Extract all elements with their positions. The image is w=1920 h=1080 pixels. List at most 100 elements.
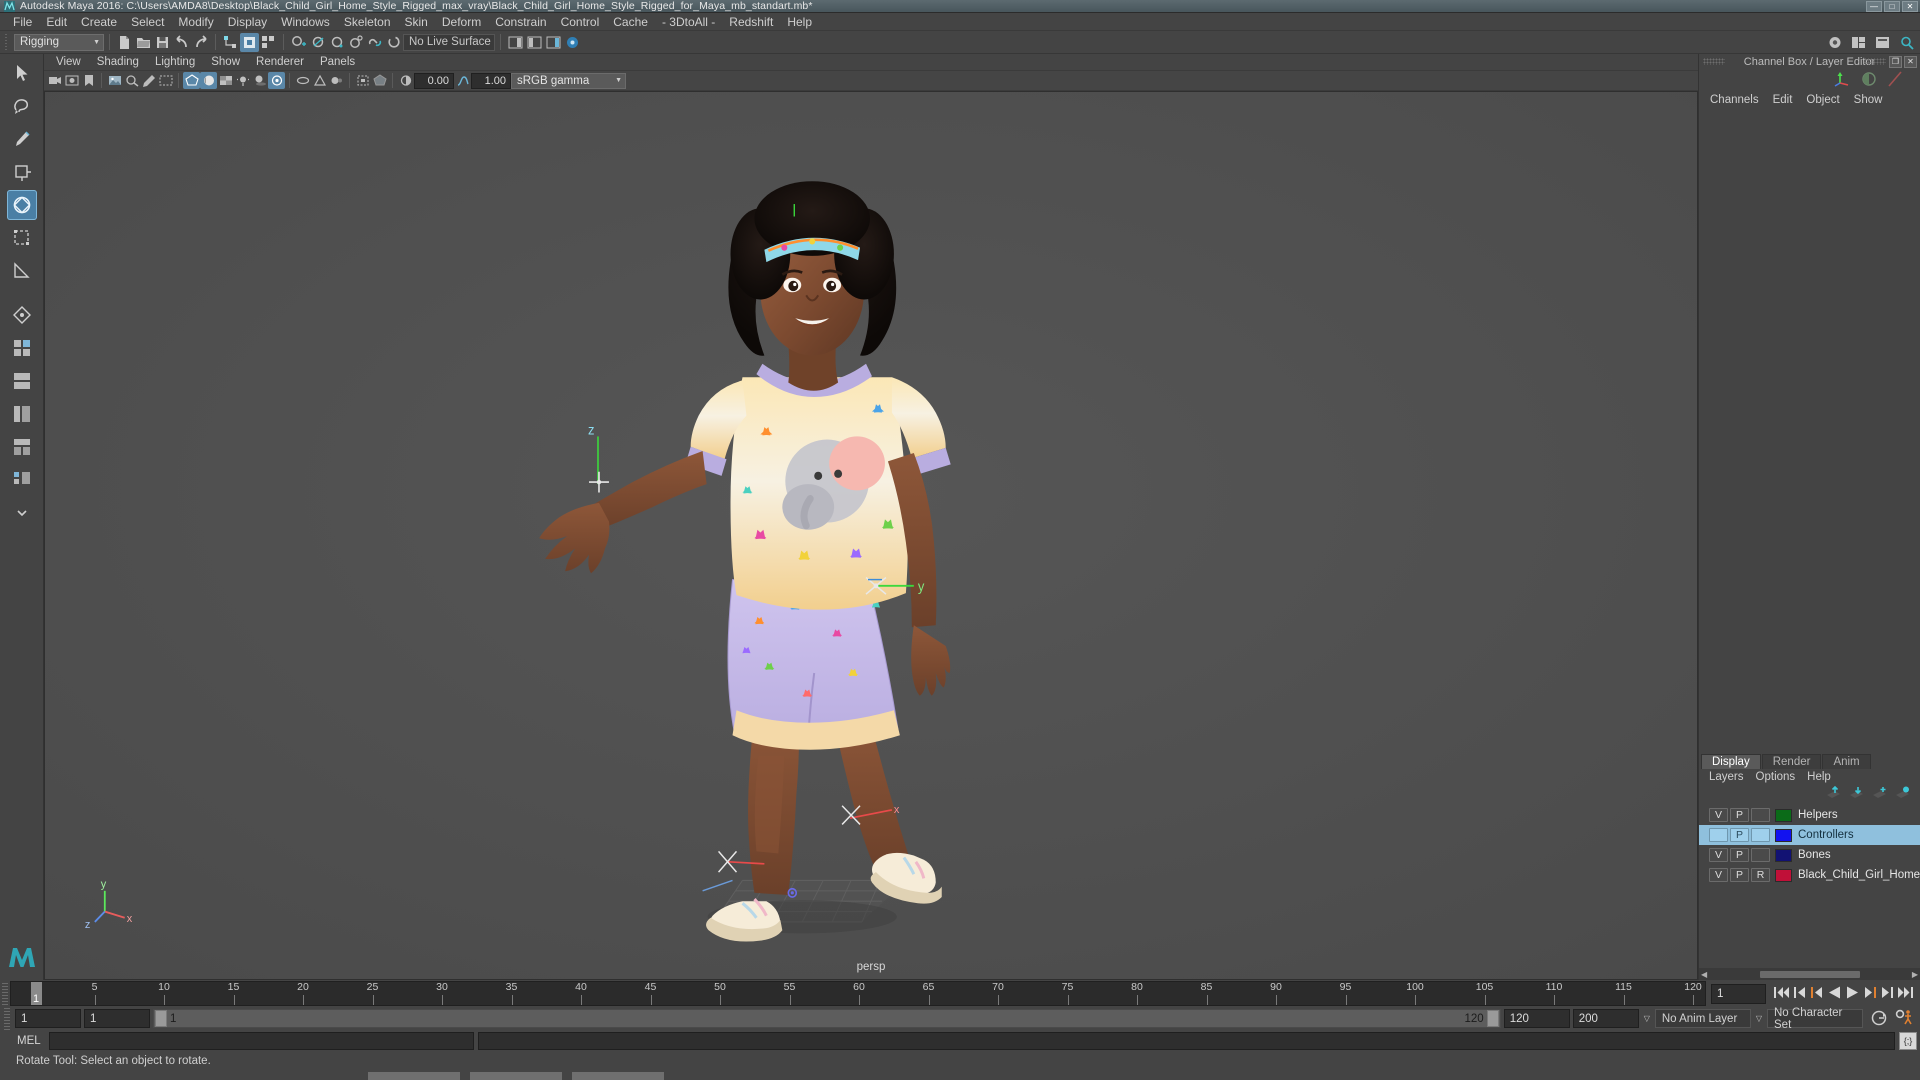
layer-list[interactable]: V P Helpers P Controllers V P Bones V P …	[1699, 803, 1920, 968]
select-by-object-type-icon[interactable]	[240, 32, 259, 52]
script-editor-icon[interactable]: {;}	[1899, 1032, 1917, 1050]
menu-redshift[interactable]: Redshift	[722, 14, 780, 30]
scrollbar-thumb[interactable]	[1759, 970, 1860, 978]
layer-list-horizontal-scrollbar[interactable]: ◀ ▶	[1699, 968, 1920, 980]
menu-display[interactable]: Display	[221, 14, 274, 30]
range-start-handle[interactable]	[155, 1010, 167, 1027]
screen-space-ao-icon[interactable]	[268, 72, 285, 89]
viewport-3d-scene[interactable]: z y x y x z	[45, 92, 1697, 979]
exposure-field[interactable]: 0.00	[414, 72, 454, 89]
snap-tool-icon[interactable]	[7, 300, 37, 330]
open-render-view-icon[interactable]	[1825, 33, 1844, 52]
multisample-aa-icon[interactable]	[311, 72, 328, 89]
select-arrow-icon[interactable]	[7, 58, 37, 88]
character-set-selector[interactable]: No Character Set	[1767, 1007, 1863, 1031]
select-by-hierarchy-icon[interactable]	[221, 33, 240, 52]
workspace-layout-icon[interactable]	[1849, 33, 1868, 52]
layer-color-swatch[interactable]	[1775, 808, 1792, 822]
smooth-shade-all-icon[interactable]	[200, 72, 217, 89]
menu-edit[interactable]: Edit	[39, 14, 74, 30]
gamma-field[interactable]: 1.00	[471, 72, 511, 89]
range-start-field[interactable]: 1	[15, 1009, 81, 1028]
layer-visibility-toggle[interactable]: V	[1709, 808, 1728, 822]
command-input-field[interactable]	[49, 1032, 474, 1050]
le-menu-options[interactable]: Options	[1750, 771, 1802, 783]
xray-mode-icon[interactable]	[371, 72, 388, 89]
snap-to-view-plane-icon[interactable]	[365, 33, 384, 52]
menu-windows[interactable]: Windows	[274, 14, 337, 30]
panel-menu-show[interactable]: Show	[203, 56, 248, 68]
snap-to-grid-icon[interactable]	[289, 33, 308, 52]
layer-playback-toggle[interactable]: P	[1730, 868, 1749, 882]
anim-end-field[interactable]: 120	[1503, 1009, 1570, 1028]
exposure-icon[interactable]	[397, 72, 414, 89]
step-back-key-icon[interactable]	[1793, 985, 1807, 1003]
make-live-icon[interactable]	[384, 33, 403, 52]
layer-row-black-child-girl-home[interactable]: V P R Black_Child_Girl_Home	[1699, 865, 1920, 885]
two-pane-layout-icon[interactable]	[7, 366, 37, 396]
panel-menu-panels[interactable]: Panels	[312, 56, 363, 68]
layer-row-controllers[interactable]: P Controllers	[1699, 825, 1920, 845]
menu-skeleton[interactable]: Skeleton	[337, 14, 398, 30]
persp-graph-layout-icon[interactable]	[7, 432, 37, 462]
layer-color-swatch[interactable]	[1775, 848, 1792, 862]
last-tool-icon[interactable]	[7, 256, 37, 286]
menu-file[interactable]: File	[6, 14, 39, 30]
gamma-icon[interactable]	[454, 72, 471, 89]
le-menu-layers[interactable]: Layers	[1703, 771, 1750, 783]
new-layer-from-selection-icon[interactable]	[1895, 786, 1910, 802]
panel-menu-lighting[interactable]: Lighting	[147, 56, 203, 68]
toolbar-grip[interactable]	[5, 33, 11, 51]
live-surface-field[interactable]: No Live Surface	[403, 33, 495, 51]
help-search-icon[interactable]	[1897, 33, 1916, 52]
persp-outliner-layout-icon[interactable]	[7, 399, 37, 429]
time-slider-grip[interactable]	[2, 982, 8, 1005]
wireframe-shading-icon[interactable]	[183, 72, 200, 89]
motion-blur-icon[interactable]	[294, 72, 311, 89]
layer-display-type-toggle[interactable]	[1751, 808, 1770, 822]
persp-viewport[interactable]: z y x y x z persp	[44, 91, 1698, 980]
panel-drag-handle[interactable]	[1703, 58, 1725, 65]
use-all-lights-icon[interactable]	[234, 72, 251, 89]
show-hide-tool-settings-icon[interactable]	[525, 33, 544, 52]
play-backwards-icon[interactable]	[1827, 985, 1842, 1003]
attribute-editor-toggle-icon[interactable]	[1886, 70, 1904, 90]
four-view-layout-icon[interactable]	[7, 333, 37, 363]
panel-undock-button[interactable]: ❐	[1889, 55, 1902, 68]
layer-playback-toggle[interactable]: P	[1730, 848, 1749, 862]
channel-box-toggle-icon[interactable]	[1860, 71, 1878, 90]
panel-menu-shading[interactable]: Shading	[89, 56, 147, 68]
command-language-label[interactable]: MEL	[3, 1035, 45, 1047]
layer-display-type-toggle[interactable]	[1751, 848, 1770, 862]
anim-layer-dropdown-icon[interactable]: ▽	[1642, 1014, 1652, 1023]
layer-visibility-toggle[interactable]: V	[1709, 848, 1728, 862]
shadows-icon[interactable]	[251, 72, 268, 89]
snap-to-point-icon[interactable]	[327, 33, 346, 52]
channel-box-content[interactable]	[1699, 108, 1920, 752]
layer-visibility-toggle[interactable]: V	[1709, 868, 1728, 882]
undo-arrow-icon[interactable]	[172, 33, 191, 52]
menu-cache[interactable]: Cache	[606, 14, 655, 30]
range-end-handle[interactable]	[1486, 1010, 1499, 1027]
layer-row-bones[interactable]: V P Bones	[1699, 845, 1920, 865]
layer-color-swatch[interactable]	[1775, 828, 1792, 842]
menu-constrain[interactable]: Constrain	[488, 14, 553, 30]
layer-name[interactable]: Black_Child_Girl_Home	[1798, 869, 1920, 881]
menu-skin[interactable]: Skin	[398, 14, 435, 30]
depth-of-field-icon[interactable]	[328, 72, 345, 89]
grease-pencil-icon[interactable]	[140, 72, 157, 89]
character-set-dropdown-icon[interactable]: ▽	[1754, 1014, 1764, 1023]
tab-display[interactable]: Display	[1701, 754, 1761, 769]
time-slider-track[interactable]: 1 5 10 15 20 25 30 35 40 45 50 55 60 65 70 75 80 85 90 95 1…	[10, 981, 1706, 1006]
menu-modify[interactable]: Modify	[171, 14, 220, 30]
cb-menu-edit[interactable]: Edit	[1766, 94, 1800, 106]
color-profile-selector[interactable]: sRGB gamma ▼	[511, 72, 626, 89]
new-scene-icon[interactable]	[115, 33, 134, 52]
layer-display-type-toggle[interactable]	[1751, 828, 1770, 842]
film-gate-icon[interactable]	[157, 72, 174, 89]
open-scene-icon[interactable]	[134, 33, 153, 52]
select-by-component-type-icon[interactable]	[259, 33, 278, 52]
layer-visibility-toggle[interactable]	[1709, 828, 1728, 842]
image-plane-icon[interactable]	[106, 72, 123, 89]
minimize-button[interactable]: —	[1866, 1, 1882, 12]
